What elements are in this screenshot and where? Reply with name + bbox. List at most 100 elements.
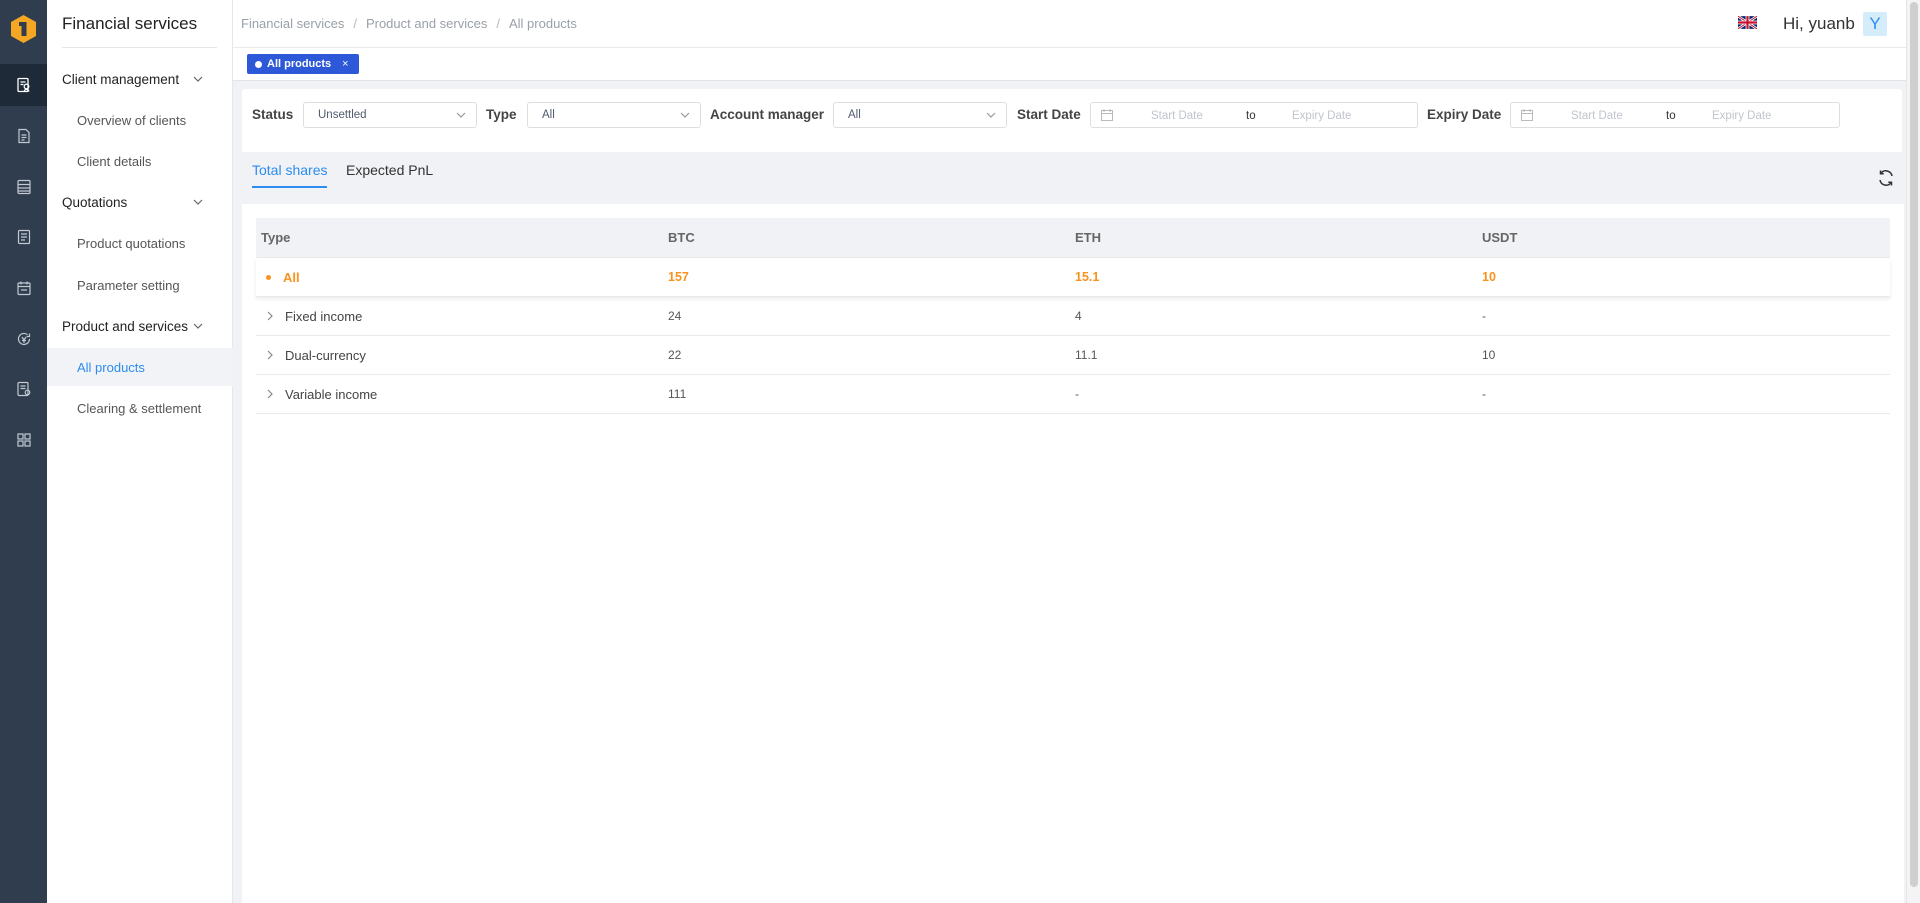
tag-label: All products — [267, 58, 332, 70]
expiry-date-range-picker[interactable]: Start Date to Expiry Date — [1510, 102, 1840, 128]
type-cell: All — [261, 270, 300, 285]
rail-list-icon[interactable] — [0, 166, 47, 208]
table-row: Variable income 111 - - — [256, 375, 1890, 414]
rail-receipt-icon[interactable] — [0, 216, 47, 258]
breadcrumb-separator: / — [496, 16, 500, 31]
chevron-right-icon[interactable] — [265, 350, 275, 360]
usdt-value: 10 — [1482, 348, 1496, 362]
btc-value: 24 — [668, 309, 682, 323]
rail-currency-icon[interactable] — [0, 318, 47, 360]
chevron-down-icon — [193, 323, 203, 329]
chevron-down-icon — [456, 112, 466, 118]
range-start-placeholder: Start Date — [1571, 110, 1623, 122]
expiry-date-label: Expiry Date — [1427, 107, 1502, 122]
refresh-icon[interactable] — [1876, 168, 1896, 188]
type-value: Dual-currency — [285, 347, 366, 363]
table-row: Dual-currency 22 11.1 10 — [256, 336, 1890, 375]
type-value: All — [542, 109, 555, 121]
column-header-eth: ETH — [1075, 230, 1101, 245]
bullet-icon — [266, 274, 271, 280]
type-label: Type — [486, 107, 517, 122]
type-select[interactable]: All — [527, 102, 701, 128]
btc-value: 157 — [668, 270, 689, 284]
account-manager-label: Account manager — [710, 107, 825, 122]
app-title: Financial services — [62, 14, 198, 33]
chevron-right-icon[interactable] — [265, 389, 275, 399]
breadcrumb-item[interactable]: Financial services — [241, 16, 344, 31]
tags-bar: All products × — [233, 48, 1906, 81]
start-date-range-picker[interactable]: Start Date to Expiry Date — [1090, 102, 1418, 128]
menu-group-label: Product and services — [62, 318, 189, 334]
type-value: Variable income — [285, 386, 378, 402]
menu-group-label: Quotations — [62, 194, 128, 210]
rail-client-icon[interactable] — [0, 64, 47, 106]
table-row-total: All 157 15.1 10 — [256, 258, 1890, 297]
close-icon[interactable]: × — [342, 58, 348, 70]
uk-flag-icon[interactable] — [1738, 16, 1757, 29]
chevron-down-icon — [193, 199, 203, 205]
chevron-down-icon — [193, 76, 203, 82]
usdt-value: 10 — [1482, 270, 1496, 284]
breadcrumb-item[interactable]: All products — [509, 16, 577, 31]
menu-item-product-quotations[interactable]: Product quotations — [47, 224, 233, 262]
status-value: Unsettled — [318, 109, 367, 121]
tab-strip: Total shares Expected PnL — [242, 152, 1902, 204]
tag-all-products[interactable]: All products × — [247, 54, 359, 74]
btc-value: 111 — [668, 387, 687, 401]
menu-item-parameter-setting[interactable]: Parameter setting — [47, 266, 233, 304]
type-value: Fixed income — [285, 308, 363, 324]
rail-document-icon[interactable] — [0, 115, 47, 157]
rail-report-icon[interactable] — [0, 368, 47, 410]
rail-calendar-icon[interactable] — [0, 267, 47, 309]
breadcrumb-separator: / — [353, 16, 357, 31]
icon-rail — [0, 0, 47, 903]
status-select[interactable]: Unsettled — [303, 102, 477, 128]
sidebar-divider — [62, 47, 217, 48]
scrollbar-thumb[interactable] — [1910, 2, 1918, 887]
top-header: Financial services / Product and service… — [233, 0, 1906, 48]
chevron-down-icon — [680, 112, 690, 118]
tab-total-shares[interactable]: Total shares — [252, 162, 328, 188]
logo-icon — [11, 15, 36, 43]
rail-grid-icon[interactable] — [0, 419, 47, 461]
type-cell: Dual-currency — [261, 348, 366, 363]
menu-group-quotations[interactable]: Quotations — [47, 185, 233, 219]
breadcrumb: Financial services / Product and service… — [241, 16, 577, 31]
eth-value: 15.1 — [1075, 270, 1100, 284]
tab-expected-pnl[interactable]: Expected PnL — [346, 162, 433, 186]
shares-table: Type BTC ETH USDT All 157 15.1 10 Fixed … — [256, 218, 1890, 414]
menu-item-clearing-settlement[interactable]: Clearing & settlement — [47, 389, 233, 427]
breadcrumb-item[interactable]: Product and services — [366, 16, 487, 31]
sidebar: Financial services Client management Ove… — [47, 0, 233, 903]
account-manager-value: All — [848, 109, 861, 121]
table-row: Fixed income 24 4 - — [256, 297, 1890, 336]
vertical-scrollbar[interactable] — [1906, 0, 1920, 903]
type-cell: Variable income — [261, 387, 377, 402]
menu-item-all-products[interactable]: All products — [47, 348, 233, 386]
range-end-placeholder: Expiry Date — [1712, 110, 1772, 122]
eth-value: 11.1 — [1075, 348, 1098, 362]
menu-item-client-details[interactable]: Client details — [47, 142, 233, 180]
menu-group-product-and-services[interactable]: Product and services — [47, 309, 233, 343]
avatar[interactable]: Y — [1863, 12, 1887, 36]
btc-value: 22 — [668, 348, 682, 362]
chevron-down-icon — [986, 112, 996, 118]
chevron-right-icon[interactable] — [265, 311, 275, 321]
type-value: All — [283, 269, 300, 285]
user-greeting[interactable]: Hi, yuanb — [1783, 14, 1855, 34]
usdt-value: - — [1482, 309, 1486, 323]
range-start-placeholder: Start Date — [1151, 110, 1203, 122]
eth-value: 4 — [1075, 309, 1082, 323]
range-separator: to — [1666, 110, 1676, 122]
menu-group-client-management[interactable]: Client management — [47, 62, 233, 96]
column-header-usdt: USDT — [1482, 230, 1518, 245]
menu-group-label: Client management — [62, 71, 180, 87]
column-header-btc: BTC — [668, 230, 695, 245]
menu-item-overview-of-clients[interactable]: Overview of clients — [47, 101, 233, 139]
tag-dot-icon — [255, 60, 262, 68]
account-manager-select[interactable]: All — [833, 102, 1007, 128]
column-header-type: Type — [261, 230, 291, 245]
usdt-value: - — [1482, 387, 1486, 401]
range-end-placeholder: Expiry Date — [1292, 110, 1352, 122]
filter-bar: Status Unsettled Type All Account manage… — [242, 89, 1902, 153]
